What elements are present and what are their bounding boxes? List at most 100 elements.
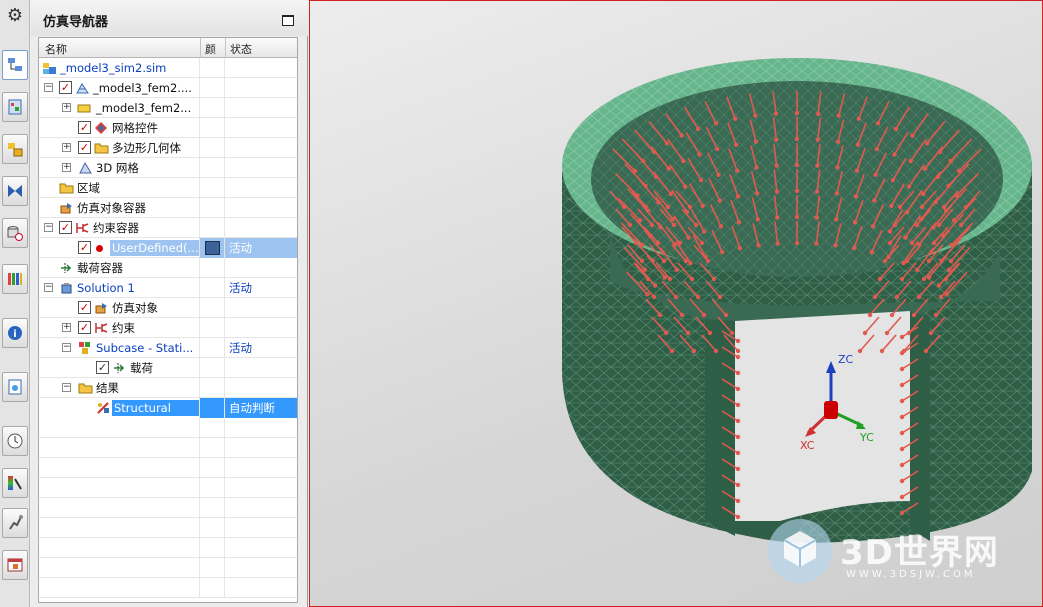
tree-row[interactable]: Structural 自动判断 — [39, 398, 297, 418]
load-arrow-head — [735, 498, 741, 504]
tree-row[interactable]: − Subcase - Stati... 活动 — [39, 338, 297, 358]
sim-file-icon — [42, 61, 57, 75]
document-icon[interactable] — [2, 372, 28, 402]
load-arrow-head — [679, 312, 685, 318]
visibility-checkbox[interactable]: ✓ — [78, 121, 91, 134]
load-arrow-head — [852, 220, 858, 225]
tree-row[interactable]: _model3_sim2.sim — [39, 58, 297, 78]
constraint-navigator-icon[interactable] — [2, 176, 28, 206]
expand-icon[interactable]: + — [62, 103, 71, 112]
load-arrow-head — [774, 189, 780, 194]
load-arrow-head — [735, 386, 741, 392]
load-arrow-head — [897, 204, 903, 210]
load-arrow-head — [693, 222, 699, 228]
tree-row[interactable]: − ✓ _model3_fem2.... — [39, 78, 297, 98]
color-swatch[interactable] — [205, 241, 220, 255]
color-palette-icon[interactable] — [2, 468, 28, 498]
assembly-navigator-icon[interactable] — [2, 134, 28, 164]
load-arrow-head — [899, 366, 905, 372]
history-palette-icon[interactable] — [2, 264, 28, 294]
load-arrow-head — [936, 283, 942, 288]
tree-row[interactable]: + _model3_fem2... — [39, 98, 297, 118]
tree-label: 区域 — [77, 181, 100, 195]
part-navigator-icon[interactable] — [2, 92, 28, 122]
collapse-icon[interactable]: − — [44, 283, 53, 292]
tree-row[interactable]: − 结果 — [39, 378, 297, 398]
simulation-navigator-tab-icon[interactable] — [2, 50, 28, 80]
visibility-checkbox[interactable]: ✓ — [78, 241, 91, 254]
visibility-checkbox[interactable]: ✓ — [59, 81, 72, 94]
empty-row — [39, 478, 297, 498]
tree-label: 约束容器 — [93, 221, 139, 235]
visibility-checkbox[interactable]: ✓ — [59, 221, 72, 234]
load-arrow-head — [753, 113, 758, 118]
load-arrow-head — [735, 450, 741, 456]
load-arrow-head — [665, 204, 671, 210]
visibility-checkbox[interactable]: ✓ — [78, 321, 91, 334]
graphics-viewport[interactable]: ZC YC XC 3D世界网 WWW.3DSJW.COM — [309, 0, 1043, 607]
window-icon[interactable] — [2, 550, 28, 580]
visibility-checkbox[interactable]: ✓ — [78, 301, 91, 314]
tree-row[interactable]: 仿真对象容器 — [39, 198, 297, 218]
column-header-color[interactable]: 颜 — [205, 41, 216, 57]
panel-title: 仿真导航器 — [43, 15, 109, 30]
tree-row[interactable]: 载荷容器 — [39, 258, 297, 278]
collapse-icon[interactable]: − — [62, 383, 71, 392]
simulation-navigator-panel: 仿真导航器 名称 颜 状态 _model3_sim2.sim − ✓ _mode… — [31, 0, 308, 607]
tree-label: 网格控件 — [112, 121, 158, 135]
column-header-status[interactable]: 状态 — [230, 41, 252, 57]
expand-icon[interactable]: + — [62, 323, 71, 332]
load-arrow-head — [713, 348, 719, 354]
navigator-tree-table: 名称 颜 状态 _model3_sim2.sim − ✓ _model3_fem… — [38, 37, 298, 603]
info-icon[interactable]: i — [2, 318, 28, 348]
load-arrow-head — [701, 229, 707, 234]
visibility-checkbox[interactable]: ✓ — [78, 141, 91, 154]
load-arrow-head — [851, 245, 857, 251]
collapse-icon[interactable]: − — [44, 223, 53, 232]
load-arrow-head — [718, 224, 724, 229]
load-arrow-head — [699, 240, 705, 246]
sim-object-icon — [94, 301, 109, 315]
load-arrow-head — [815, 137, 820, 142]
tree-row[interactable]: − ✓ 约束容器 — [39, 218, 297, 238]
expand-icon[interactable]: + — [62, 143, 71, 152]
collapse-icon[interactable]: − — [62, 343, 71, 352]
tree-row[interactable]: ✓ 网格控件 — [39, 118, 297, 138]
tree-row[interactable]: + 3D 网格 — [39, 158, 297, 178]
tree-row[interactable]: ✓ 仿真对象 — [39, 298, 297, 318]
load-arrow-head — [887, 229, 893, 234]
maximize-icon[interactable] — [282, 15, 294, 26]
tree-row[interactable]: + ✓ 多边形几何体 — [39, 138, 297, 158]
load-icon — [112, 361, 127, 375]
robot-icon[interactable] — [2, 508, 28, 538]
tree-row[interactable]: ✓ UserDefined(... 活动 — [39, 238, 297, 258]
load-arrow-head — [645, 292, 650, 297]
visibility-checkbox[interactable]: ✓ — [96, 361, 109, 374]
reuse-library-icon[interactable] — [2, 218, 28, 248]
load-arrow-head — [894, 294, 900, 300]
load-arrow-head — [649, 222, 655, 228]
load-arrow-head — [754, 191, 760, 196]
tree-row[interactable]: − Solution 1 活动 — [39, 278, 297, 298]
expand-icon[interactable]: + — [62, 163, 71, 172]
load-arrow-head — [931, 240, 937, 246]
collapse-icon[interactable]: − — [44, 83, 53, 92]
load-arrow-head — [815, 111, 821, 116]
load-arrow-head — [910, 133, 915, 138]
load-arrow-head — [875, 121, 881, 126]
empty-row — [39, 418, 297, 438]
settings-icon[interactable]: ⚙ — [3, 4, 27, 28]
load-arrow-head — [899, 334, 905, 340]
column-header-name[interactable]: 名称 — [45, 41, 67, 57]
clock-history-icon[interactable] — [2, 426, 28, 456]
tree-label: Structural — [112, 400, 199, 416]
load-arrow-head — [862, 330, 868, 336]
load-arrow-head — [794, 240, 800, 246]
load-arrow-head — [877, 276, 883, 282]
tree-row[interactable]: + ✓ 约束 — [39, 318, 297, 338]
tree-label: _model3_fem2... — [96, 101, 192, 115]
load-arrow-head — [627, 222, 633, 228]
tree-row[interactable]: ✓ 载荷 — [39, 358, 297, 378]
tree-row[interactable]: 区域 — [39, 178, 297, 198]
load-arrow-head — [773, 111, 779, 116]
